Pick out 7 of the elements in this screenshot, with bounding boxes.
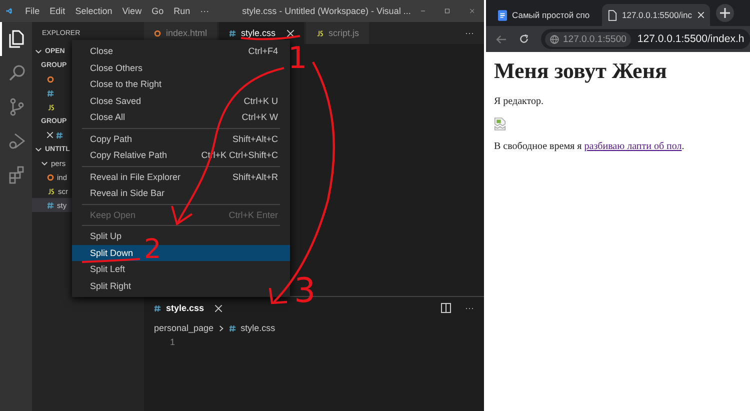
page-paragraph: Я редактор. bbox=[494, 96, 544, 107]
page-heading: Меня зовут Женя bbox=[494, 58, 668, 84]
page-paragraph: В свободное время я разбиваю лапти об пол. bbox=[494, 141, 686, 152]
annotation-number: 1 bbox=[288, 44, 308, 74]
line-number: 1 bbox=[169, 337, 176, 349]
annotation-number: 3 bbox=[294, 274, 316, 308]
window-title: style.css - Untitled (Workspace) - Visual ... bbox=[242, 6, 411, 16]
